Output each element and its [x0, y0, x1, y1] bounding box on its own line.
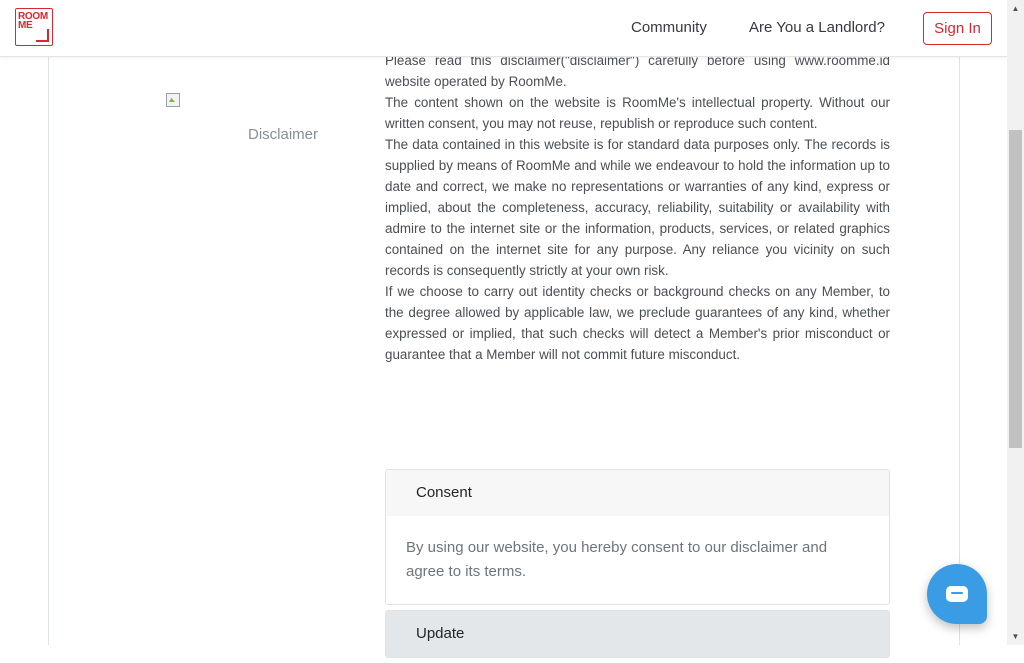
chat-bubble-icon	[946, 586, 968, 602]
chat-launcher-button[interactable]	[927, 564, 987, 624]
side-image-area: Disclaimer	[165, 92, 405, 143]
paragraph-content-ownership: The content shown on the website is Room…	[385, 95, 890, 131]
page-scrollbar[interactable]: ▲ ▼	[1007, 0, 1024, 645]
accordion-item-update: Update	[385, 610, 890, 658]
accordion-header-consent[interactable]: Consent	[386, 470, 889, 516]
nav-landlord[interactable]: Are You a Landlord?	[749, 19, 885, 36]
accordion-body-consent: By using our website, you hereby consent…	[406, 539, 828, 580]
broken-image-icon	[165, 92, 181, 108]
scroll-down-arrow-icon[interactable]: ▼	[1007, 628, 1024, 645]
disclaimer-text: Please read this disclaimer("disclaimer"…	[385, 50, 890, 365]
logo-text: ROOM ME	[18, 12, 48, 31]
sign-in-button[interactable]: Sign In	[923, 12, 992, 45]
paragraph-data-accuracy: The data contained in this website is fo…	[385, 137, 890, 278]
accordion-item-consent: Consent By using our website, you hereby…	[385, 469, 890, 605]
top-navbar: ROOM ME Community Are You a Landlord? Si…	[0, 0, 1007, 57]
image-alt-text: Disclaimer	[248, 126, 319, 143]
scroll-up-arrow-icon[interactable]: ▲	[1007, 0, 1024, 17]
logo-mark-icon	[36, 29, 49, 42]
nav-community[interactable]: Community	[631, 19, 707, 36]
scrollbar-thumb[interactable]	[1009, 130, 1022, 448]
disclaimer-accordion: Consent By using our website, you hereby…	[385, 469, 890, 663]
paragraph-identity-checks: If we choose to carry out identity check…	[385, 284, 890, 362]
accordion-header-update[interactable]: Update	[386, 611, 889, 657]
roomme-logo[interactable]: ROOM ME	[15, 8, 53, 46]
